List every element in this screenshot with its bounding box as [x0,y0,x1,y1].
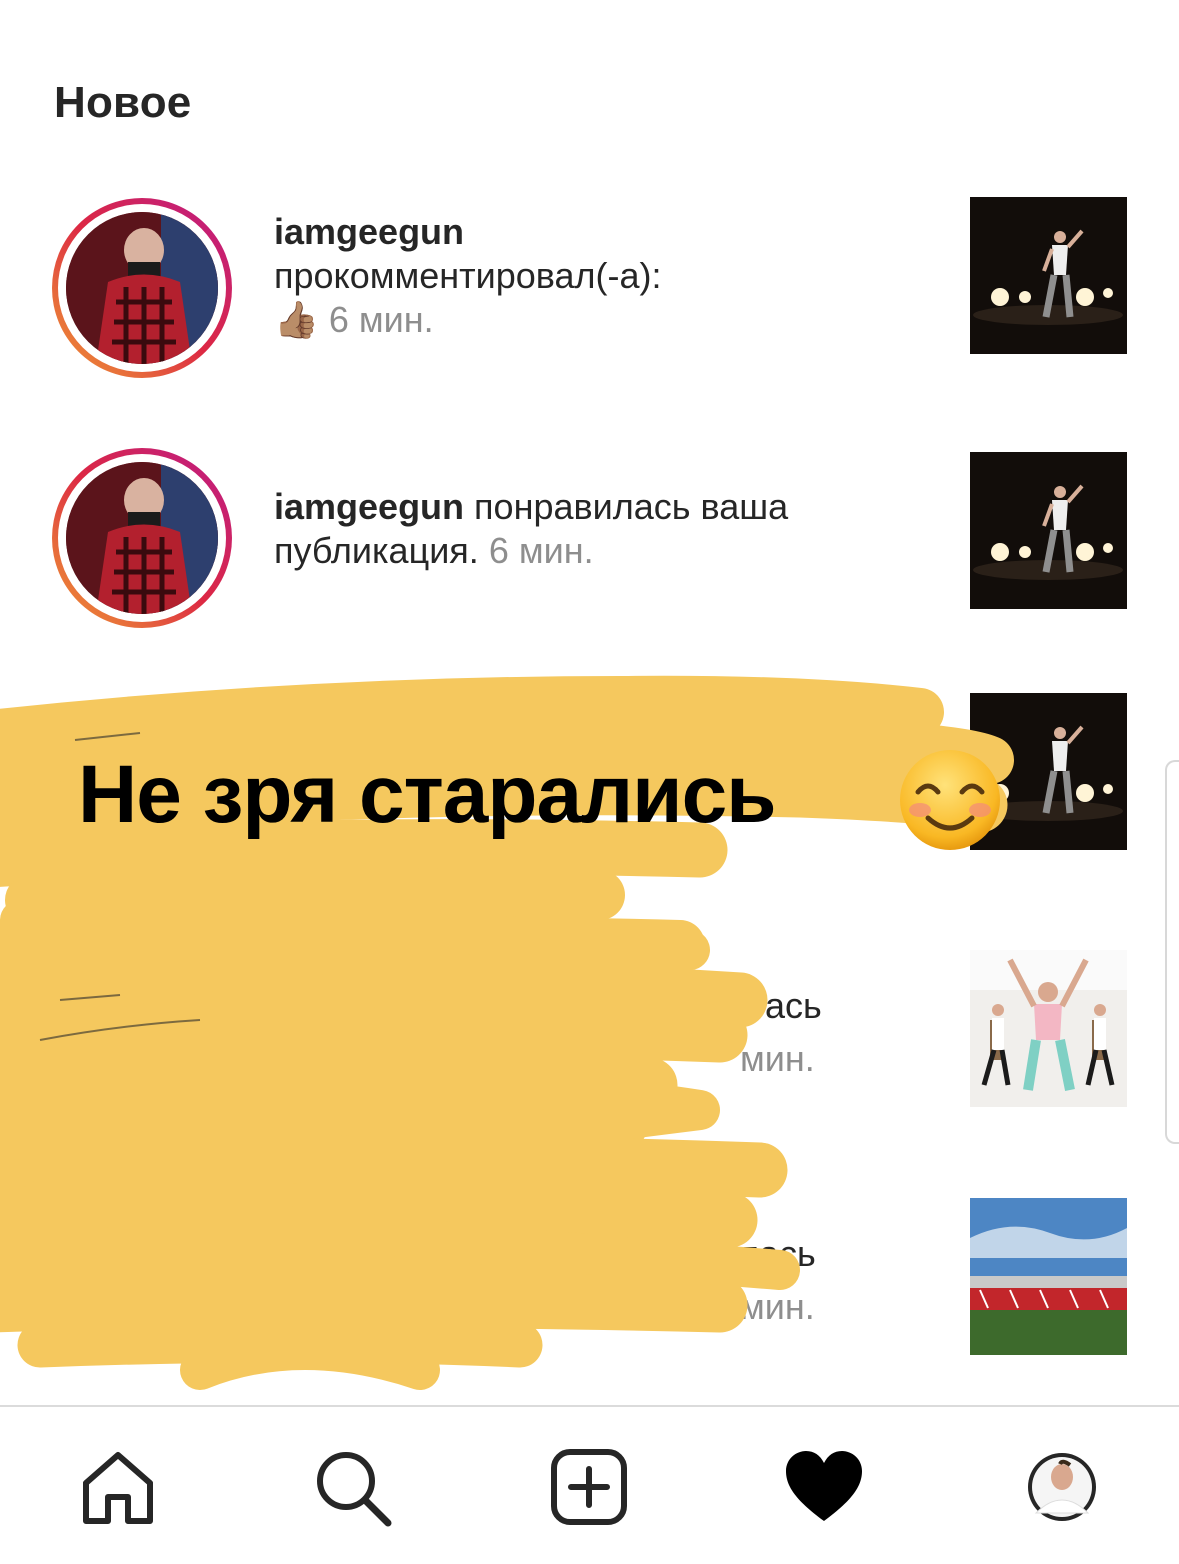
username[interactable]: iamgeegun [274,211,464,252]
notification-text: iamgeegun прокомментировал(-а): 👍🏽 6 мин… [274,210,662,342]
tab-home[interactable] [78,1447,158,1527]
obscured-text: лась [738,1233,816,1274]
smiling-face-icon [898,748,1002,852]
tab-activity[interactable] [784,1447,864,1527]
overlay-caption: Не зря старались [78,749,777,840]
obscured-timestamp: мин. [740,1286,815,1327]
username[interactable]: iamgeegun [274,486,464,527]
notification-row[interactable]: iamgeegun прокомментировал(-а): 👍🏽 6 мин… [0,195,1179,395]
new-post-icon [551,1449,627,1525]
post-thumbnail[interactable] [970,452,1127,609]
notification-action: прокомментировал(-а): [274,255,662,296]
post-thumbnail[interactable] [970,950,1127,1107]
scrollbar[interactable] [1165,760,1179,1144]
comment-text: 👍🏽 [274,299,319,340]
timestamp: 6 мин. [488,530,594,571]
post-thumbnail[interactable] [970,1198,1127,1355]
notification-text: iamgeegun понравилась ваша публикация. 6… [274,485,924,573]
post-thumbnail[interactable] [970,197,1127,354]
tab-profile[interactable] [1022,1447,1102,1527]
avatar[interactable] [52,448,232,628]
timestamp: 6 мин. [328,299,434,340]
tab-new-post[interactable] [549,1447,629,1527]
home-icon [83,1452,153,1524]
tab-bar [0,1405,1179,1564]
avatar[interactable] [52,198,232,378]
notification-row[interactable]: iamgeegun понравилась ваша публикация. 6… [0,445,1179,645]
section-title: Новое [54,78,192,127]
profile-avatar [1028,1453,1096,1521]
obscured-timestamp: мин. [740,1038,815,1079]
activity-heart-icon [786,1451,862,1521]
tab-search[interactable] [312,1447,392,1527]
obscured-text: ась [765,985,822,1026]
search-icon [317,1452,392,1527]
